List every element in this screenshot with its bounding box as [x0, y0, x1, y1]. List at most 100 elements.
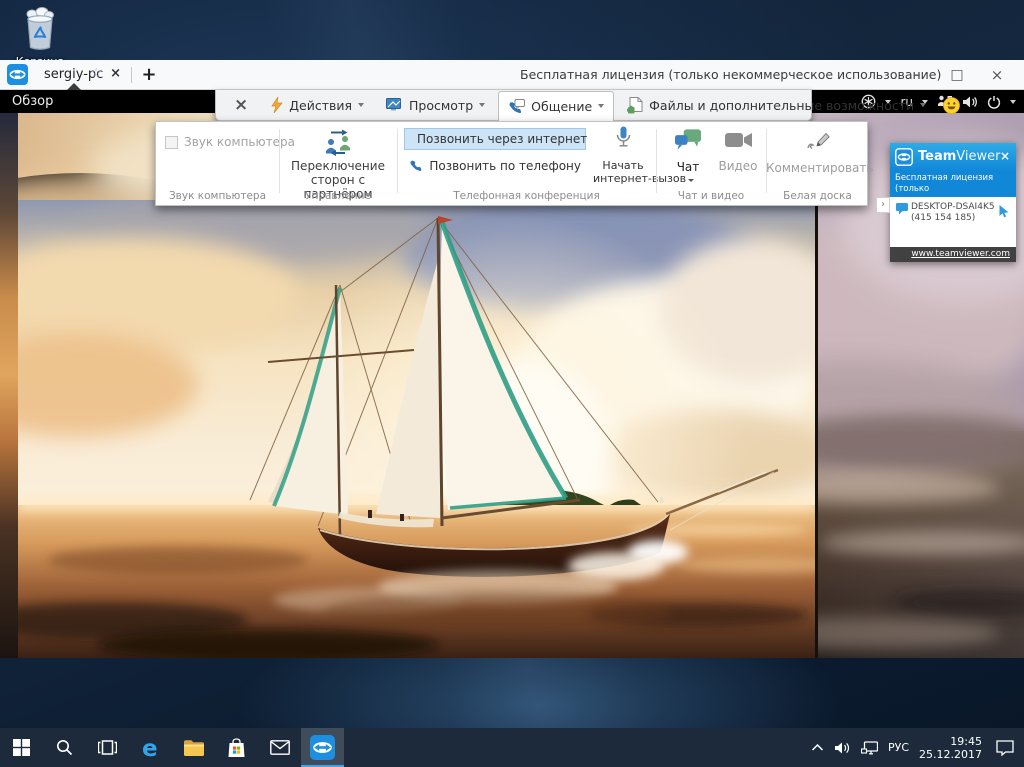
adjacent-photo-edge	[0, 113, 18, 658]
chat-bubbles-icon	[675, 129, 702, 151]
window-tab-bar: sergiy-pc ☆ × + Бесплатная лицензия (тол…	[0, 60, 1024, 90]
file-puzzle-icon	[627, 97, 643, 114]
panel-collapse-button[interactable]: ›	[876, 197, 890, 213]
store-icon	[227, 738, 246, 758]
files-extras-menu[interactable]: Файлы и дополнительные возможности	[618, 93, 935, 118]
brand-team: Team	[918, 149, 956, 164]
edge-icon: e	[139, 736, 163, 760]
brand-viewer: Viewer	[956, 149, 1000, 164]
input-language-indicator[interactable]: РУС	[888, 741, 909, 754]
overview-label: Обзор	[12, 90, 53, 113]
volume-icon[interactable]	[962, 95, 978, 109]
group-caption: Звук компьютера	[156, 190, 279, 202]
favorite-star-icon[interactable]: ☆	[90, 66, 102, 81]
communication-ribbon: Звук компьютера Звук компьютера Переключ…	[155, 121, 868, 206]
teamviewer-logo-icon	[7, 64, 28, 85]
video-camera-icon	[725, 132, 752, 150]
panel-header: TeamViewer ×	[890, 143, 1016, 171]
license-line-1: Бесплатная лицензия (только	[895, 173, 1011, 195]
feedback-smiley-button[interactable]	[939, 93, 964, 118]
mail-button[interactable]	[258, 728, 301, 767]
tab-close-icon[interactable]: ×	[110, 66, 121, 81]
teamviewer-logo-icon	[895, 148, 913, 170]
recycle-bin-icon[interactable]: Корзина	[8, 6, 72, 68]
start-call-label-1: Начать	[602, 159, 643, 172]
window-maximize-button[interactable]: □	[937, 60, 977, 90]
store-button[interactable]	[215, 728, 258, 767]
panel-close-icon[interactable]: ×	[1000, 149, 1010, 163]
session-toolbar: × Действия Просмотр Общение	[215, 90, 812, 121]
monitor-icon	[386, 98, 403, 112]
chat-label: Чат	[664, 160, 712, 174]
new-tab-button[interactable]: +	[138, 63, 160, 87]
computer-sound-toggle[interactable]: Звук компьютера	[165, 135, 295, 149]
group-caption: Белая доска	[766, 190, 869, 202]
lightning-icon	[271, 97, 283, 113]
checkbox-icon[interactable]	[165, 136, 178, 149]
system-tray: РУС 19:45 25.12.2017	[811, 728, 1024, 767]
task-view-icon	[98, 740, 117, 755]
panel-body: DESKTOP-DSAI4K5 (415 154 185)	[890, 197, 1016, 247]
window-minimize-button[interactable]: –	[897, 60, 937, 90]
panel-footer: www.teamviewer.com	[890, 247, 1016, 262]
chat-button[interactable]: Чат	[664, 129, 712, 174]
control-group: Переключение сторон с партнёром Управлен…	[279, 122, 397, 205]
tray-network-icon[interactable]	[861, 741, 878, 755]
remote-cursor-icon	[999, 205, 1010, 218]
mail-icon	[270, 740, 290, 755]
call-via-internet-button[interactable]: Позвонить через интернет	[404, 128, 586, 150]
search-button[interactable]	[43, 728, 86, 767]
computer-chat-icon	[896, 203, 909, 215]
call-by-phone-label: Позвонить по телефону	[429, 159, 581, 173]
call-by-phone-button[interactable]: Позвонить по телефону	[404, 155, 586, 177]
chat-video-group: Чат Видео Чат и видео	[656, 122, 766, 205]
phone-conference-group: Позвонить через интернет Позвонить по те…	[397, 122, 656, 205]
folder-icon	[183, 739, 205, 757]
communicate-menu[interactable]: Общение	[498, 91, 614, 121]
clock-time: 19:45	[919, 735, 982, 748]
tray-volume-icon[interactable]	[834, 741, 851, 755]
view-label: Просмотр	[409, 98, 473, 113]
pencil-icon	[804, 129, 831, 152]
communicate-label: Общение	[531, 99, 592, 114]
power-dropdown-caret[interactable]	[1010, 100, 1016, 104]
photo-edge-shadow	[815, 206, 818, 658]
recycle-bin-glyph	[19, 6, 61, 50]
video-label: Видео	[714, 159, 762, 173]
edge-button[interactable]: e	[129, 728, 172, 767]
start-internet-call-button[interactable]: Начать интернет-вызов	[593, 126, 653, 185]
action-center-icon[interactable]	[996, 740, 1014, 756]
tray-expand-chevron-icon[interactable]	[811, 743, 824, 752]
clock-date: 25.12.2017	[919, 748, 982, 761]
session-close-button[interactable]: ×	[224, 95, 258, 115]
computer-sound-group: Звук компьютера Звук компьютера	[156, 122, 279, 205]
teamviewer-taskbar-button[interactable]	[301, 728, 344, 767]
teamviewer-website-link[interactable]: www.teamviewer.com	[911, 249, 1010, 259]
group-caption: Управление	[279, 190, 397, 202]
clock[interactable]: 19:45 25.12.2017	[919, 735, 982, 761]
teamviewer-panel: TeamViewer × Бесплатная лицензия (только…	[890, 143, 1016, 262]
smiley-icon	[943, 97, 960, 114]
view-menu[interactable]: Просмотр	[377, 94, 494, 117]
remote-photo-sailboat	[18, 200, 815, 658]
group-caption: Чат и видео	[656, 190, 766, 202]
taskbar: e	[0, 728, 1024, 767]
video-button[interactable]: Видео	[714, 129, 762, 173]
tab-separator	[131, 67, 132, 83]
file-explorer-button[interactable]	[172, 728, 215, 767]
start-button[interactable]	[0, 728, 43, 767]
whiteboard-group: Комментировать Белая доска	[766, 122, 869, 205]
panel-license-text: Бесплатная лицензия (только некоммерческ…	[890, 171, 1016, 197]
window-close-button[interactable]: ×	[977, 60, 1017, 90]
comment-button[interactable]: Комментировать	[766, 129, 869, 175]
power-icon[interactable]	[987, 95, 1001, 109]
switch-sides-button[interactable]	[279, 129, 397, 156]
connected-computer[interactable]: DESKTOP-DSAI4K5 (415 154 185)	[911, 202, 995, 224]
actions-label: Действия	[289, 98, 352, 113]
task-view-button[interactable]	[86, 728, 129, 767]
phone-chat-icon	[508, 99, 525, 114]
microphone-icon	[616, 126, 631, 152]
call-via-internet-label: Позвонить через интернет	[417, 132, 587, 146]
actions-menu[interactable]: Действия	[262, 93, 373, 117]
comment-label: Комментировать	[766, 161, 869, 175]
